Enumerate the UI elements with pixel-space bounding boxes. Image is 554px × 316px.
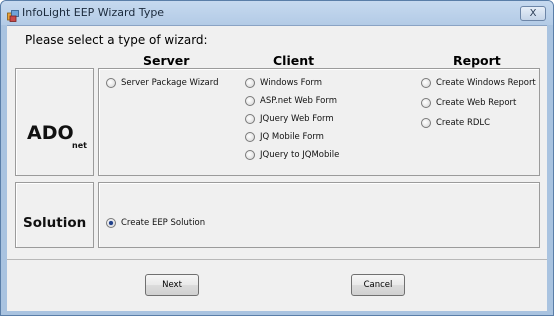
radio-button-icon[interactable] [421, 78, 431, 88]
divider [7, 259, 547, 260]
option-label: Create Windows Report [436, 78, 536, 88]
option-create-rdlc[interactable]: Create RDLC [421, 118, 490, 128]
app-wizard-icon [7, 7, 19, 22]
radio-button-icon[interactable] [421, 98, 431, 108]
solution-options-box [98, 182, 540, 248]
ado-net-logo: ADO net [27, 122, 93, 162]
ado-logo-sub: net [72, 141, 87, 150]
cancel-button[interactable]: Cancel [351, 274, 405, 296]
radio-button-icon[interactable] [245, 114, 255, 124]
radio-button-icon[interactable] [106, 218, 116, 228]
option-label: Windows Form [260, 78, 323, 88]
title-bar[interactable]: InfoLight EEP Wizard Type X [1, 1, 553, 25]
option-label: Create Web Report [436, 98, 517, 108]
radio-button-icon[interactable] [245, 96, 255, 106]
option-create-eep-solution[interactable]: Create EEP Solution [106, 218, 205, 228]
option-label: Create EEP Solution [121, 218, 206, 228]
prompt-text: Please select a type of wizard: [25, 33, 208, 47]
option-create-web-report[interactable]: Create Web Report [421, 98, 516, 108]
option-jquery-to-jqmobile[interactable]: JQuery to JQMobile [245, 150, 339, 160]
option-label: JQ Mobile Form [260, 132, 324, 142]
wizard-window: InfoLight EEP Wizard Type X Please selec… [0, 0, 554, 316]
close-icon: X [529, 8, 537, 19]
option-windows-form[interactable]: Windows Form [245, 78, 322, 88]
option-label: JQuery Web Form [260, 114, 334, 124]
option-label: ASP.net Web Form [260, 96, 338, 106]
ado-logo-main: ADO [27, 122, 74, 144]
wizard-body: Please select a type of wizard: Server C… [7, 25, 547, 311]
option-create-windows-report[interactable]: Create Windows Report [421, 78, 536, 88]
option-jquery-web-form[interactable]: JQuery Web Form [245, 114, 334, 124]
option-label: Server Package Wizard [121, 78, 219, 88]
solution-label: Solution [23, 215, 87, 231]
radio-button-icon[interactable] [245, 150, 255, 160]
option-label: JQuery to JQMobile [260, 150, 340, 160]
option-jq-mobile-form[interactable]: JQ Mobile Form [245, 132, 324, 142]
radio-button-icon[interactable] [245, 78, 255, 88]
radio-button-icon[interactable] [106, 78, 116, 88]
header-report: Report [453, 53, 501, 68]
window-title: InfoLight EEP Wizard Type [22, 6, 165, 19]
option-label: Create RDLC [436, 118, 491, 128]
next-button[interactable]: Next [145, 274, 199, 296]
option-server-package-wizard[interactable]: Server Package Wizard [106, 78, 219, 88]
option-aspnet-web-form[interactable]: ASP.net Web Form [245, 96, 337, 106]
radio-button-icon[interactable] [421, 118, 431, 128]
header-server: Server [143, 53, 190, 68]
radio-button-icon[interactable] [245, 132, 255, 142]
close-button[interactable]: X [520, 6, 546, 21]
header-client: Client [273, 53, 315, 68]
